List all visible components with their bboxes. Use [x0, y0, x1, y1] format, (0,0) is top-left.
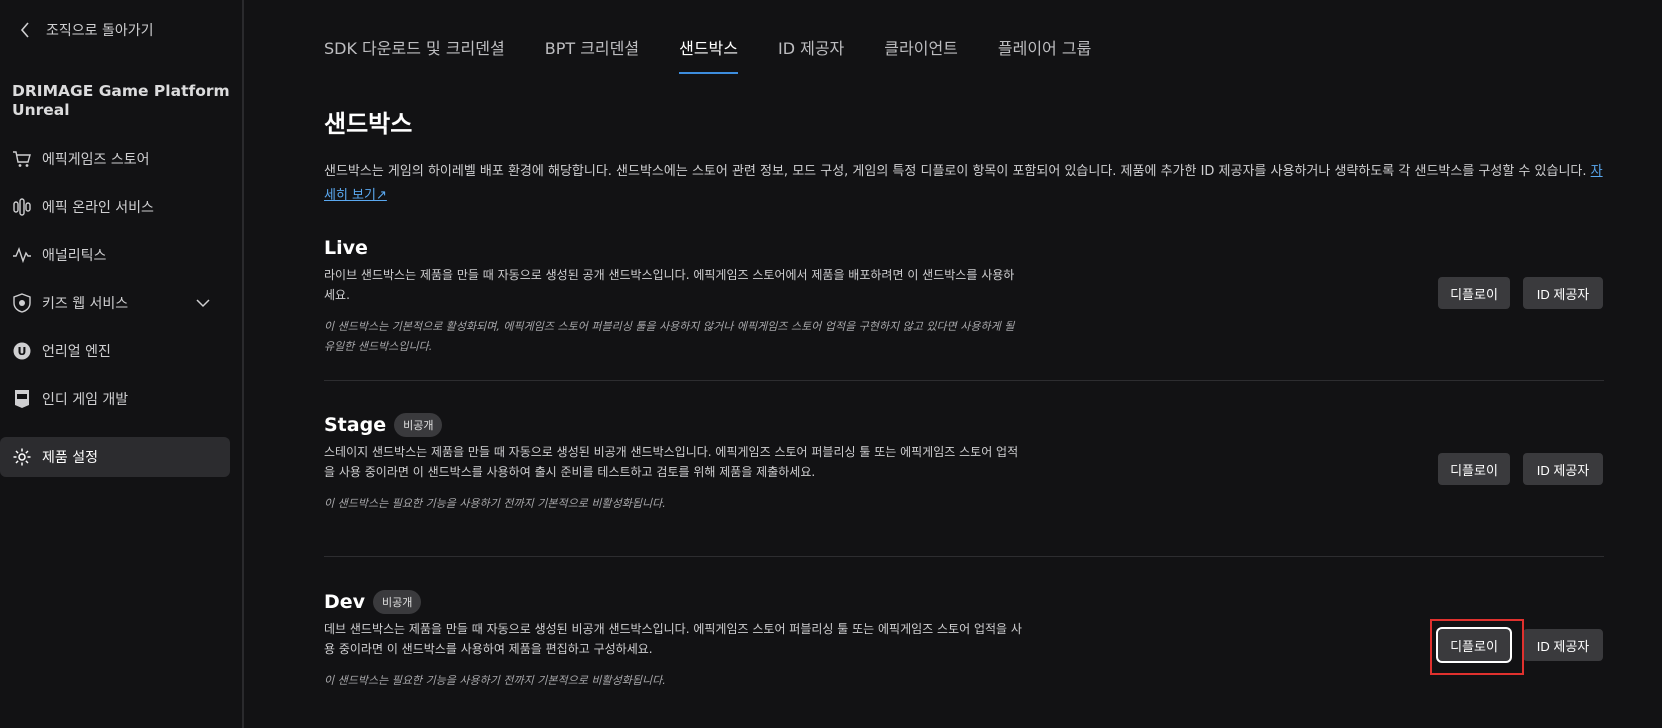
intro-text: 샌드박스는 게임의 하이레벨 배포 환경에 해당합니다. 샌드박스에는 스토어 … [324, 160, 1604, 208]
chevron-left-icon [20, 22, 29, 38]
cart-icon [11, 148, 33, 170]
sandbox-name: Live [324, 237, 368, 259]
private-badge: 비공개 [394, 413, 443, 437]
sidebar-item-label: 에픽게임즈 스토어 [42, 152, 150, 168]
sandbox-dev: Dev 비공개 데브 샌드박스는 제품을 만들 때 자동으로 생성된 비공개 샌… [324, 589, 1604, 691]
shield-icon [11, 292, 33, 314]
dev-id-provider-button[interactable]: ID 제공자 [1523, 629, 1603, 661]
sidebar-item-kids-web-services[interactable]: 키즈 웹 서비스 [0, 283, 230, 323]
sandbox-description: 데브 샌드박스는 제품을 만들 때 자동으로 생성된 비공개 샌드박스입니다. … [324, 622, 1022, 656]
live-id-provider-button[interactable]: ID 제공자 [1523, 277, 1603, 309]
private-badge: 비공개 [373, 590, 422, 614]
sandbox-live: Live 라이브 샌드박스는 제품을 만들 때 자동으로 생성된 공개 샌드박스… [324, 235, 1604, 357]
sidebar-item-indie-game-dev[interactable]: 인디 게임 개발 [0, 379, 230, 419]
analytics-icon [11, 244, 33, 266]
sidebar: 조직으로 돌아가기 DRIMAGE Game Platform Unreal 에… [0, 0, 244, 728]
highlight-box [1430, 619, 1524, 675]
tab-bpt-credentials[interactable]: BPT 크리덴셜 [545, 38, 639, 74]
back-label: 조직으로 돌아가기 [46, 23, 154, 39]
sidebar-item-label: 제품 설정 [42, 450, 98, 466]
sidebar-item-label: 언리얼 엔진 [42, 344, 111, 360]
sandbox-stage: Stage 비공개 스테이지 샌드박스는 제품을 만들 때 자동으로 생성된 비… [324, 412, 1604, 514]
divider [324, 380, 1604, 381]
sandbox-name: Stage [324, 414, 387, 436]
sandbox-description: 스테이지 샌드박스는 제품을 만들 때 자동으로 생성된 비공개 샌드박스입니다… [324, 445, 1019, 479]
sidebar-item-label: 애널리틱스 [42, 248, 107, 264]
services-icon [11, 196, 33, 218]
sidebar-item-analytics[interactable]: 애널리틱스 [0, 235, 230, 275]
sidebar-item-label: 키즈 웹 서비스 [42, 296, 129, 312]
chevron-down-icon[interactable] [194, 294, 212, 312]
page-title: 샌드박스 [324, 110, 413, 138]
stage-deploy-button[interactable]: 디플로이 [1438, 453, 1510, 485]
sidebar-item-label: 에픽 온라인 서비스 [42, 200, 154, 216]
tab-sandbox[interactable]: 샌드박스 [679, 38, 738, 74]
sandbox-note: 이 샌드박스는 기본적으로 활성화되며, 에픽게임즈 스토어 퍼블리싱 툴을 사… [324, 320, 1015, 353]
sidebar-item-epic-online-services[interactable]: 에픽 온라인 서비스 [0, 187, 230, 227]
back-to-organization-link[interactable]: 조직으로 돌아가기 [14, 18, 154, 42]
project-title: DRIMAGE Game Platform Unreal [12, 82, 230, 119]
sandbox-description: 라이브 샌드박스는 제품을 만들 때 자동으로 생성된 공개 샌드박스입니다. … [324, 268, 1015, 302]
tab-player-groups[interactable]: 플레이어 그룹 [998, 38, 1091, 74]
tab-sdk-credentials[interactable]: SDK 다운로드 및 크리덴셜 [324, 38, 505, 74]
tab-bar: SDK 다운로드 및 크리덴셜 BPT 크리덴셜 샌드박스 ID 제공자 클라이… [324, 38, 1131, 74]
tab-identity-providers[interactable]: ID 제공자 [778, 38, 844, 74]
gear-icon [11, 446, 33, 468]
stage-id-provider-button[interactable]: ID 제공자 [1523, 453, 1603, 485]
intro-paragraph: 샌드박스는 게임의 하이레벨 배포 환경에 해당합니다. 샌드박스에는 스토어 … [324, 164, 1587, 179]
unreal-icon: U [11, 340, 33, 362]
divider [324, 556, 1604, 557]
sidebar-item-product-settings[interactable]: 제품 설정 [0, 437, 230, 477]
sidebar-item-unreal-engine[interactable]: U 언리얼 엔진 [0, 331, 230, 371]
sidebar-item-label: 인디 게임 개발 [42, 392, 129, 408]
tab-clients[interactable]: 클라이언트 [884, 38, 958, 74]
svg-text:U: U [18, 345, 27, 358]
live-deploy-button[interactable]: 디플로이 [1438, 277, 1510, 309]
epic-icon [11, 388, 33, 410]
sidebar-item-epic-games-store[interactable]: 에픽게임즈 스토어 [0, 139, 230, 179]
sandbox-note: 이 샌드박스는 필요한 기능을 사용하기 전까지 기본적으로 비활성화됩니다. [324, 497, 666, 510]
sandbox-note: 이 샌드박스는 필요한 기능을 사용하기 전까지 기본적으로 비활성화됩니다. [324, 674, 666, 687]
sandbox-name: Dev [324, 591, 366, 613]
